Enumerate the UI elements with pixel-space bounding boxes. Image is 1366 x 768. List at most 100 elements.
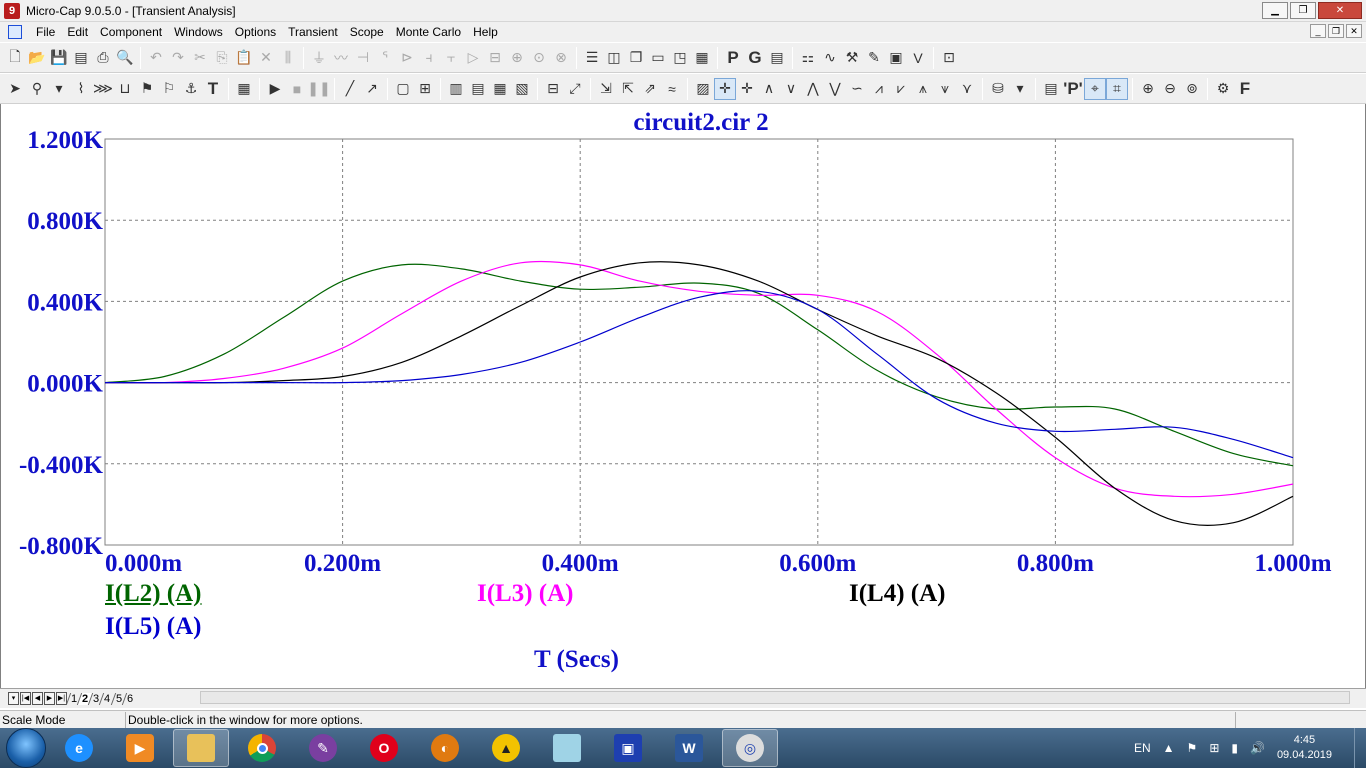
clock[interactable]: 4:45 09.04.2019 (1277, 733, 1332, 763)
tile-horizontal-icon[interactable]: ☰ (581, 47, 603, 69)
show-desktop-button[interactable] (1354, 728, 1366, 768)
plot-options-icon[interactable]: ⚙ (1212, 78, 1234, 100)
next-tab-icon[interactable]: ▶ (44, 692, 55, 705)
major-grid-icon[interactable]: ▦ (489, 78, 511, 100)
select-arrow-icon[interactable]: ➤ (4, 78, 26, 100)
calculator-icon[interactable]: ▦ (691, 47, 713, 69)
taskbar-word[interactable]: W (661, 729, 717, 767)
baseline-icon[interactable]: ⊟ (542, 78, 564, 100)
action-center-icon[interactable]: ⚑ (1187, 741, 1198, 755)
menu-component[interactable]: Component (94, 22, 168, 42)
f-tool-button[interactable]: F (1234, 78, 1256, 100)
stop-icon[interactable]: ■ (286, 78, 308, 100)
peak-cursor-icon[interactable]: ∧ (758, 78, 780, 100)
table-icon[interactable]: ▤ (766, 47, 788, 69)
taskbar-notepad[interactable] (539, 729, 595, 767)
help-icon[interactable]: ⚓ (180, 78, 202, 100)
zoom-in-icon[interactable]: ⊕ (1137, 78, 1159, 100)
prev-tab-icon[interactable]: ◀ (32, 692, 43, 705)
mdi-minimize-button[interactable]: _ (1310, 24, 1326, 38)
top-cursor-icon[interactable]: ⩚ (912, 78, 934, 100)
taskbar-chrome[interactable] (234, 729, 290, 767)
cursor-mode-icon[interactable]: ⤢ (564, 78, 586, 100)
label-icon[interactable]: ⛁ (987, 78, 1009, 100)
save-icon[interactable]: 💾 (48, 47, 70, 69)
taskbar-file-explorer[interactable] (173, 729, 229, 767)
fine-grid-icon[interactable]: ▥ (445, 78, 467, 100)
horizontal-scrollbar[interactable] (200, 691, 1350, 704)
diode-icon[interactable]: ⊳ (396, 47, 418, 69)
next-cursor-icon[interactable]: ⋎ (956, 78, 978, 100)
taskbar-microcap[interactable]: ◎ (722, 729, 778, 767)
taskbar-inkscape[interactable]: ✎ (295, 729, 351, 767)
scope-settings-icon[interactable]: ▨ (692, 78, 714, 100)
taskbar-internet-explorer[interactable]: e (51, 729, 107, 767)
zoom-out-icon[interactable]: ⊖ (1159, 78, 1181, 100)
numeric-output-icon[interactable]: ▤ (1040, 78, 1062, 100)
zoom-window-icon[interactable]: ⊡ (938, 47, 960, 69)
arrow-tool-icon[interactable]: ↗ (361, 78, 383, 100)
menu-transient[interactable]: Transient (282, 22, 344, 42)
ground-icon[interactable]: ⏚ (308, 47, 330, 69)
menu-scope[interactable]: Scope (344, 22, 390, 42)
mdi-close-button[interactable]: ✕ (1346, 24, 1362, 38)
undo-icon[interactable]: ↶ (145, 47, 167, 69)
tab-menu-icon[interactable]: ▾ (8, 692, 19, 705)
info-icon[interactable]: ⚐ (158, 78, 180, 100)
probe-icon[interactable]: ⚒ (841, 47, 863, 69)
legend-series-l3[interactable]: I(L3) (A) (477, 580, 574, 608)
print-preview-icon[interactable]: 🔍 (114, 47, 136, 69)
run-icon[interactable]: ▶ (264, 78, 286, 100)
transistor-icon[interactable]: ⫞ (418, 47, 440, 69)
cut-icon[interactable]: ✂ (189, 47, 211, 69)
menu-help[interactable]: Help (467, 22, 504, 42)
transient-chart[interactable]: circuit2.cir 2 1.200K 0.800K 0.400K 0.000K -0… (1, 104, 1366, 688)
device-icon[interactable]: ⊞ (1209, 741, 1219, 755)
minor-grid-icon[interactable]: ▤ (467, 78, 489, 100)
spectrum-icon[interactable]: ≈ (661, 78, 683, 100)
new-file-icon[interactable]: 🗋 (4, 47, 26, 69)
menu-options[interactable]: Options (229, 22, 282, 42)
properties-icon[interactable]: ▦ (233, 78, 255, 100)
delete-icon[interactable]: ✕ (255, 47, 277, 69)
current-source-icon[interactable]: ⊗ (550, 47, 572, 69)
peak-icon[interactable]: ⇲ (595, 78, 617, 100)
mdi-restore-button[interactable]: ❐ (1328, 24, 1344, 38)
graph-icon[interactable]: ⊔ (114, 78, 136, 100)
label-dropdown-icon[interactable]: ▾ (1009, 78, 1031, 100)
voltage-source-icon[interactable]: ⊙ (528, 47, 550, 69)
language-indicator[interactable]: EN (1134, 741, 1151, 755)
wire-icon[interactable]: ⌇ (70, 78, 92, 100)
menu-edit[interactable]: Edit (61, 22, 94, 42)
flag-icon[interactable]: ⚑ (136, 78, 158, 100)
line-tool-icon[interactable]: ╱ (339, 78, 361, 100)
component-mode-icon[interactable]: ⚲ (26, 78, 48, 100)
plot-window[interactable]: circuit2.cir 2 1.200K 0.800K 0.400K 0.000K -0… (0, 104, 1366, 688)
taskbar-save-app[interactable]: ▣ (600, 729, 656, 767)
probe-p-button[interactable]: P (722, 47, 744, 69)
text-tool-button[interactable]: T (202, 78, 224, 100)
resistor-icon[interactable]: 〰 (330, 47, 352, 69)
p-tool-button[interactable]: 'P' (1062, 78, 1084, 100)
opamp-icon[interactable]: ▷ (462, 47, 484, 69)
open-folder-icon[interactable]: 📂 (26, 47, 48, 69)
paste-icon[interactable]: 📋 (233, 47, 255, 69)
volume-icon[interactable]: 🔊 (1250, 741, 1265, 755)
taskbar-app-yellow[interactable]: ▲ (478, 729, 534, 767)
global-low-icon[interactable]: ⩗ (890, 78, 912, 100)
save-all-icon[interactable]: ▤ (70, 47, 92, 69)
source-icon[interactable]: ⊕ (506, 47, 528, 69)
vth-icon[interactable]: V (907, 47, 929, 69)
taskbar-opera[interactable]: O (356, 729, 412, 767)
copy-icon[interactable]: ⎘ (211, 47, 233, 69)
cursor-right-icon[interactable]: ✛ (736, 78, 758, 100)
window-icon[interactable]: ▭ (647, 47, 669, 69)
legend-series-l5[interactable]: I(L5) (A) (105, 613, 202, 641)
start-button[interactable] (6, 728, 46, 768)
scale-mode-icon[interactable]: ⌗ (1106, 77, 1128, 100)
pause-icon[interactable]: ❚❚ (307, 78, 330, 100)
frame-icon[interactable]: ▢ (392, 78, 414, 100)
first-tab-icon[interactable]: |◀ (20, 692, 31, 705)
menu-file[interactable]: File (30, 22, 61, 42)
high-cursor-icon[interactable]: ⋀ (802, 78, 824, 100)
